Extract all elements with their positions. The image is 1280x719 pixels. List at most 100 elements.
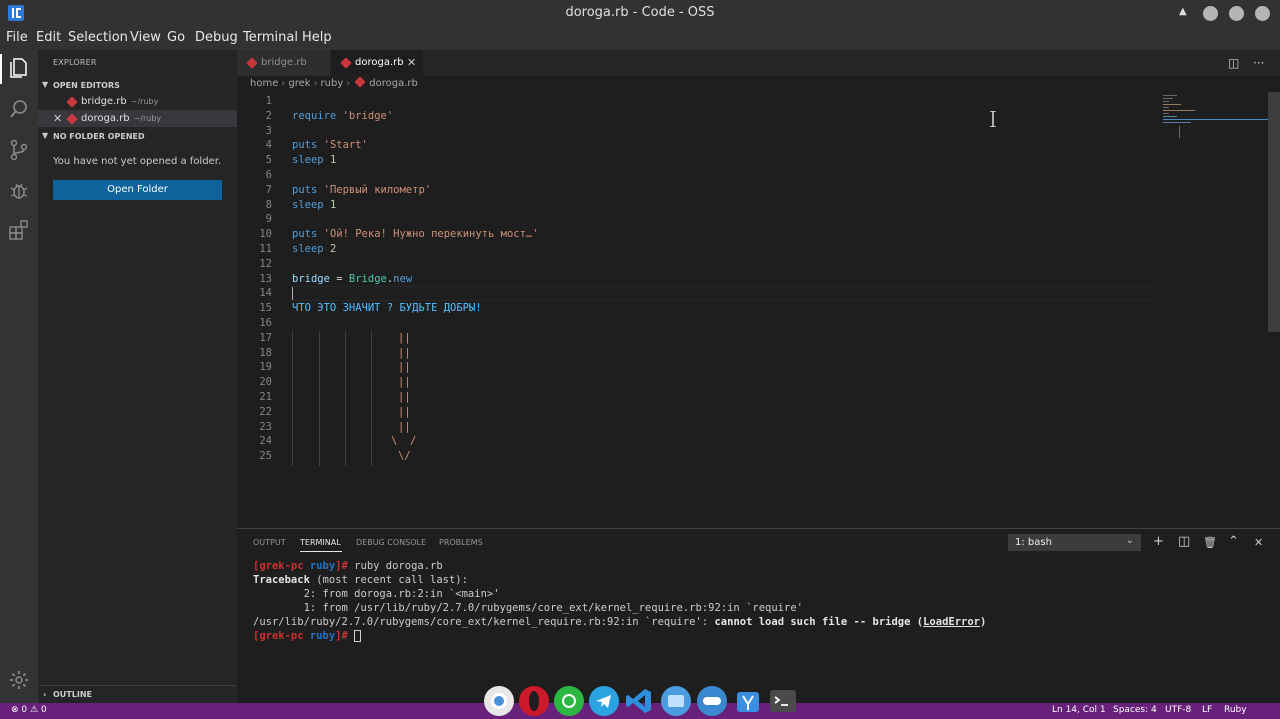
ruby-file-icon <box>246 57 258 69</box>
error-path: /usr/lib/ruby/2.7.0/rubygems/core_ext/ke… <box>253 616 715 628</box>
encoding[interactable]: UTF-8 <box>1165 705 1191 715</box>
terminal-select[interactable]: 1: bash ⌄ <box>1008 534 1141 551</box>
store-icon[interactable] <box>733 686 763 716</box>
code-text: sleep 2 <box>292 243 336 255</box>
explorer-icon[interactable] <box>7 56 31 80</box>
close-panel-icon[interactable]: ✕ <box>1254 536 1263 549</box>
error-close: ) <box>980 616 987 628</box>
tab-terminal[interactable]: TERMINAL <box>300 538 341 547</box>
source-control-icon[interactable] <box>7 138 31 162</box>
menu-go[interactable]: Go <box>167 30 185 45</box>
outline-header[interactable]: › OUTLINE <box>38 685 237 703</box>
code-line: 19 || <box>237 361 1157 376</box>
code-token: || <box>398 391 411 403</box>
search-icon[interactable] <box>7 97 31 121</box>
breadcrumb-item[interactable]: grek <box>288 78 310 89</box>
code-line: 25 \/ <box>237 450 1157 465</box>
open-folder-button[interactable]: Open Folder <box>53 180 222 200</box>
code-text: sleep 1 <box>292 154 336 166</box>
new-terminal-icon[interactable]: + <box>1153 534 1164 549</box>
menu-terminal[interactable]: Terminal <box>243 30 298 45</box>
code-text: || <box>398 361 411 373</box>
tab-output[interactable]: OUTPUT <box>253 538 286 547</box>
indentation[interactable]: Spaces: 4 <box>1113 705 1157 715</box>
active-indicator <box>0 54 2 84</box>
end-of-line[interactable]: LF <box>1202 705 1212 715</box>
code-token: puts <box>292 228 318 241</box>
telegram-icon[interactable] <box>589 686 619 716</box>
breadcrumb-item[interactable]: home <box>250 78 278 89</box>
code-token: bridge <box>292 272 330 285</box>
chevron-right-icon: › <box>313 78 318 89</box>
problems-status[interactable]: ⊗ 0 ⚠ 0 <box>11 705 47 715</box>
tab-doroga-rb[interactable]: doroga.rb ✕ <box>331 50 423 76</box>
language-mode[interactable]: Ruby <box>1224 705 1247 715</box>
code-token: 'bridge' <box>342 109 394 122</box>
breadcrumb-item[interactable]: ruby <box>321 78 344 89</box>
code-line: 10 puts 'Ой! Река! Нужно перекинуть мост…… <box>237 228 1157 243</box>
menu-selection[interactable]: Selection <box>68 30 128 45</box>
terminal-command: ruby doroga.rb <box>347 560 443 572</box>
code-text: puts 'Ой! Река! Нужно перекинуть мост…' <box>292 228 539 240</box>
close-window-button[interactable] <box>1255 6 1270 21</box>
breadcrumb-item[interactable]: doroga.rb <box>369 78 418 89</box>
editor-scrollbar[interactable] <box>1268 92 1280 332</box>
whatsapp-icon[interactable] <box>554 686 584 716</box>
opera-icon[interactable] <box>519 686 549 716</box>
code-text: sleep 1 <box>292 199 336 211</box>
code-text: || <box>398 406 411 418</box>
line-number: 22 <box>259 405 272 418</box>
line-number: 19 <box>259 361 272 374</box>
menu-view[interactable]: View <box>130 30 161 45</box>
trash-icon[interactable]: 🗑 <box>1203 536 1217 549</box>
code-token: = <box>329 272 349 285</box>
minimap[interactable] <box>1157 92 1267 152</box>
open-editor-item[interactable]: bridge.rb ~/ruby <box>38 93 237 110</box>
minimize-button[interactable] <box>1203 6 1218 21</box>
menu-edit[interactable]: Edit <box>36 30 61 45</box>
tab-debug-console[interactable]: DEBUG CONSOLE <box>356 538 426 547</box>
chromium-icon[interactable] <box>484 686 514 716</box>
cursor-position[interactable]: Ln 14, Col 1 <box>1052 705 1106 715</box>
line-number: 6 <box>265 169 272 181</box>
window-menu-icon[interactable]: ▲ <box>1179 6 1187 17</box>
tab-problems[interactable]: PROBLEMS <box>439 538 483 547</box>
terminal-icon[interactable] <box>768 686 798 716</box>
error-icon: ⊗ <box>11 705 19 715</box>
minimap-line <box>1163 98 1173 99</box>
extensions-icon[interactable] <box>7 218 31 242</box>
files-icon[interactable] <box>661 686 691 716</box>
tab-bridge-rb[interactable]: bridge.rb <box>237 50 330 76</box>
menu-debug[interactable]: Debug <box>195 30 238 45</box>
split-editor-icon[interactable]: ◫ <box>1228 56 1239 70</box>
line-number: 1 <box>265 95 272 107</box>
no-folder-message: You have not yet opened a folder. <box>53 156 222 167</box>
code-editor[interactable]: 1 2 require 'bridge' 3 4 puts 'Start' 5 sleep 1… <box>237 92 1280 528</box>
open-editor-item-active[interactable]: ✕ doroga.rb ~/ruby <box>38 110 237 127</box>
code-token: sleep <box>292 198 324 211</box>
minimap-line <box>1163 104 1181 105</box>
error-class: LoadError <box>923 616 981 628</box>
ruby-file-icon <box>66 96 78 108</box>
bottom-panel: OUTPUT TERMINAL DEBUG CONSOLE PROBLEMS 1… <box>237 528 1280 703</box>
split-terminal-icon[interactable]: ◫ <box>1178 534 1190 549</box>
open-editor-name: doroga.rb ~/ruby <box>81 113 161 124</box>
code-line: 2 require 'bridge' <box>237 110 1157 125</box>
vscode-icon[interactable] <box>624 686 654 716</box>
close-icon[interactable]: ✕ <box>407 56 416 69</box>
more-actions-icon[interactable]: ··· <box>1253 56 1264 70</box>
maximize-button[interactable] <box>1229 6 1244 21</box>
terminal-line[interactable]: [grek-pc ruby]# <box>253 630 362 644</box>
menu-file[interactable]: File <box>6 30 28 45</box>
code-line: 13 bridge = Bridge.new <box>237 273 1157 288</box>
settings-gear-icon[interactable] <box>7 668 31 692</box>
close-icon[interactable]: ✕ <box>53 112 62 125</box>
debug-icon[interactable] <box>7 178 31 202</box>
outline-label: OUTLINE <box>53 690 92 699</box>
vscode-window: doroga.rb - Code - OSS ▲ File Edit Selec… <box>0 0 1280 719</box>
settings-toggle-icon[interactable] <box>697 686 727 716</box>
menu-help[interactable]: Help <box>302 30 332 45</box>
maximize-panel-icon[interactable]: ⌃ <box>1228 534 1239 549</box>
open-editors-header[interactable]: ▼ OPEN EDITORS <box>38 77 237 94</box>
no-folder-header[interactable]: ▼ NO FOLDER OPENED <box>38 128 237 145</box>
